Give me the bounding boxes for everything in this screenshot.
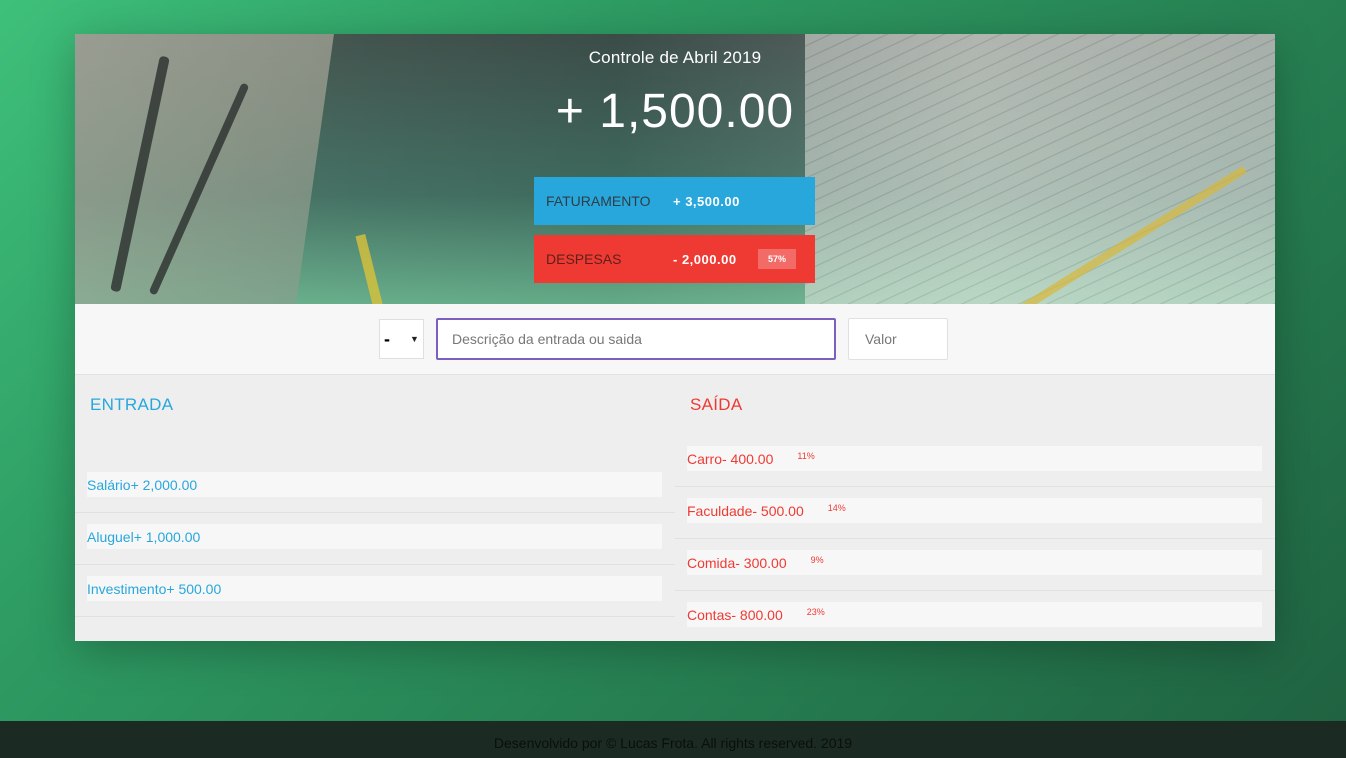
expense-item-percent: 9% [810, 554, 824, 565]
budget-total: + 1,500.00 [555, 85, 795, 138]
expense-summary-label: Despesas [546, 251, 622, 267]
income-item-bar: Aluguel+ 1,000.00 [87, 524, 662, 549]
expense-item-percent: 23% [806, 606, 825, 617]
expense-title: Saída [690, 395, 743, 414]
expense-summary-value: - 2,000.00 [673, 251, 737, 267]
add-entry-form: - ▼ Descrição da entrada ou saida Valor [75, 304, 1275, 375]
background-pencil [355, 233, 385, 304]
expense-item-text: Comida- 300.00 [687, 554, 787, 571]
chevron-down-icon: ▼ [410, 334, 419, 344]
income-title: Entrada [90, 395, 174, 414]
expense-item-bar: Comida- 300.00 9% [687, 550, 1262, 575]
value-input[interactable]: Valor [848, 318, 948, 360]
month-title: Controle de Abril 2019 [588, 48, 762, 67]
background-notebook [805, 34, 1275, 304]
income-item-text: Salário+ 2,000.00 [87, 476, 198, 493]
expense-item-percent: 14% [827, 502, 846, 513]
description-placeholder: Descrição da entrada ou saida [452, 331, 642, 347]
expense-item-text: Contas- 800.00 [687, 606, 783, 623]
budget-app: Controle de Abril 2019 + 1,500.00 Fatura… [75, 34, 1275, 641]
expense-item-text: Carro- 400.00 [687, 450, 774, 467]
type-select[interactable]: - ▼ [379, 319, 424, 359]
income-summary-label: Faturamento [546, 193, 651, 209]
expense-item[interactable]: Carro- 400.00 11% [675, 435, 1275, 487]
type-select-value: - [384, 328, 390, 349]
income-summary-value: + 3,500.00 [673, 193, 740, 209]
income-item-text: Aluguel+ 1,000.00 [87, 528, 201, 545]
income-item[interactable]: Salário+ 2,000.00 [75, 461, 675, 513]
income-item-bar: Investimento+ 500.00 [87, 576, 662, 601]
expense-column: Saída Carro- 400.00 11% Faculdade- 500.0… [675, 375, 1275, 641]
income-item[interactable]: Investimento+ 500.00 [75, 565, 675, 617]
expense-summary-percent: 57% [758, 249, 797, 269]
expense-item[interactable]: Contas- 800.00 23% [675, 591, 1275, 643]
footer: Desenvolvido por © Lucas Frota. All righ… [0, 721, 1346, 758]
expense-item-bar: Contas- 800.00 23% [687, 602, 1262, 627]
expense-item-text: Faculdade- 500.00 [687, 502, 804, 519]
income-column: Entrada Salário+ 2,000.00 Aluguel+ 1,000… [75, 375, 675, 641]
description-input[interactable]: Descrição da entrada ou saida [436, 318, 836, 360]
expense-item-bar: Faculdade- 500.00 14% [687, 498, 1262, 523]
income-item-text: Investimento+ 500.00 [87, 580, 222, 597]
value-placeholder: Valor [865, 331, 897, 347]
expense-item-percent: 11% [797, 450, 815, 461]
footer-text: Desenvolvido por © Lucas Frota. All righ… [493, 735, 853, 751]
income-item-bar: Salário+ 2,000.00 [87, 472, 662, 497]
expense-item[interactable]: Comida- 300.00 9% [675, 539, 1275, 591]
header-banner: Controle de Abril 2019 + 1,500.00 Fatura… [75, 34, 1275, 304]
expense-summary: Despesas - 2,000.00 57% [534, 235, 815, 283]
income-item[interactable]: Aluguel+ 1,000.00 [75, 513, 675, 565]
expense-item[interactable]: Faculdade- 500.00 14% [675, 487, 1275, 539]
income-summary: Faturamento + 3,500.00 [534, 177, 815, 225]
expense-item-bar: Carro- 400.00 11% [687, 446, 1262, 471]
